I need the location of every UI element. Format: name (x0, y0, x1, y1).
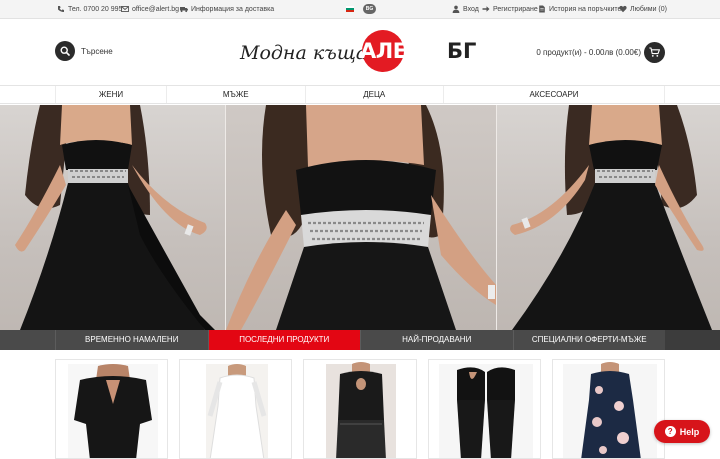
bulgarian-flag-icon[interactable] (346, 6, 354, 12)
product-card[interactable] (303, 359, 417, 459)
heart-icon (619, 5, 627, 13)
product-card[interactable] (551, 359, 666, 459)
order-history-link[interactable]: История на поръчките (538, 5, 621, 13)
hero-image-right (497, 105, 720, 330)
register-text: Регистриране (493, 5, 538, 13)
product-tabs: ВРЕМЕННО НАМАЛЕНИ ПОСЛЕДНИ ПРОДУКТИ НАЙ-… (0, 330, 720, 350)
tab-best-sellers[interactable]: НАЙ-ПРОДАВАНИ (360, 330, 513, 350)
product-image (326, 362, 397, 458)
product-card[interactable] (55, 359, 169, 459)
hero-image-center (226, 105, 496, 330)
search-label[interactable]: Търсене (81, 47, 113, 56)
envelope-icon (121, 5, 129, 13)
search-button[interactable] (55, 41, 75, 61)
delivery-text: Информация за доставка (191, 5, 275, 13)
tab-temporarily-reduced[interactable]: ВРЕМЕННО НАМАЛЕНИ (55, 330, 208, 350)
product-grid (55, 359, 666, 459)
hero-banner[interactable] (0, 105, 720, 330)
language-selector[interactable]: BG (363, 4, 376, 14)
tab-latest-products[interactable]: ПОСЛЕДНИ ПРОДУКТИ (207, 330, 360, 350)
favorites-link[interactable]: Любими (0) (619, 5, 667, 13)
product-image (562, 362, 657, 458)
email-text: office@alert.bg (132, 5, 180, 13)
delivery-info-link[interactable]: Информация за доставка (180, 5, 274, 13)
cart-button[interactable] (644, 42, 665, 63)
truck-icon (180, 5, 188, 13)
logo-bg-text: БГ (447, 39, 477, 63)
site-header: Търсене Модна къща АЛЕРТ БГ 0 продукт(и)… (0, 20, 720, 84)
login-text: Вход (463, 5, 479, 13)
arrow-right-icon (482, 5, 490, 13)
hero-image-left (0, 105, 225, 330)
product-image (68, 364, 158, 458)
login-link[interactable]: Вход (452, 5, 479, 13)
product-card[interactable] (179, 359, 293, 459)
nav-item-accessories[interactable]: АКСЕСОАРИ (443, 86, 665, 103)
nav-item-women[interactable]: ЖЕНИ (55, 86, 166, 103)
main-navigation: ЖЕНИ МЪЖЕ ДЕЦА АКСЕСОАРИ (0, 85, 720, 104)
product-image (206, 364, 269, 458)
cart-summary[interactable]: 0 продукт(и) - 0.00лв (0.00€) (536, 48, 641, 57)
email-link[interactable]: office@alert.bg (121, 5, 179, 13)
phone-info: Тел. 0700 20 995 (57, 5, 122, 13)
phone-icon (57, 5, 65, 13)
search-icon (60, 46, 70, 56)
user-icon (452, 5, 460, 13)
question-icon: ? (664, 426, 676, 437)
logo-script-text: Модна къща (240, 42, 368, 64)
favorites-text: Любими (0) (630, 5, 667, 13)
top-bar: Тел. 0700 20 995 office@alert.bg Информа… (0, 0, 720, 19)
site-logo[interactable]: Модна къща АЛЕРТ БГ (238, 30, 483, 76)
nav-item-kids[interactable]: ДЕЦА (304, 86, 444, 103)
help-button[interactable]: ? Help (654, 420, 710, 443)
phone-text: Тел. 0700 20 995 (68, 5, 123, 13)
product-image (438, 364, 533, 458)
register-link[interactable]: Регистриране (482, 5, 538, 13)
document-icon (538, 5, 546, 13)
order-history-text: История на поръчките (549, 5, 622, 13)
logo-alert-text: АЛЕРТ (360, 39, 436, 63)
nav-item-men[interactable]: МЪЖЕ (166, 86, 305, 103)
tab-bar-edge-right (665, 330, 720, 350)
help-label: Help (679, 426, 700, 437)
product-card[interactable] (427, 359, 541, 459)
tab-special-offers-men[interactable]: СПЕЦИАЛНИ ОФЕРТИ-МЪЖЕ (512, 330, 666, 350)
shopping-cart-icon (649, 47, 660, 57)
